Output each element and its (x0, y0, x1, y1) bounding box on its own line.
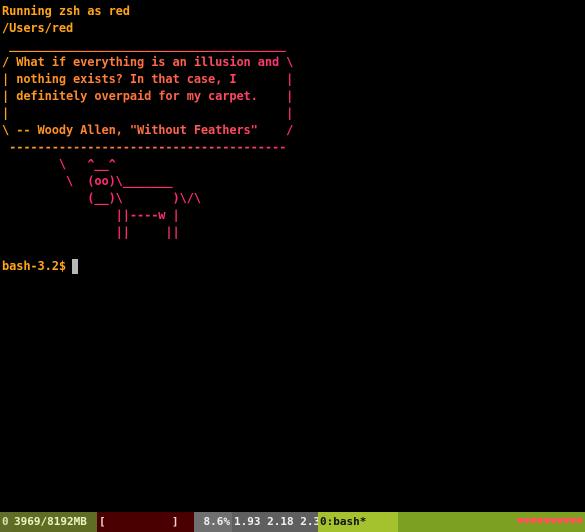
status-window-tab[interactable]: 0:bash* (318, 512, 398, 532)
speech-bubble-top: _______________________________________ (2, 38, 287, 52)
shell-info-line: Running zsh as red (2, 4, 130, 18)
cow-art-line-3: (__)\ )\/\ (2, 191, 201, 205)
cow-art-line-5: || || (2, 225, 180, 239)
status-cpu-meter: [ ] (97, 512, 194, 532)
cow-art-line-1: \ ^__^ (2, 157, 116, 171)
status-cpu-percent: 8.6% (194, 512, 232, 532)
speech-bubble-attribution: \ -- Woody Allen, "Without Feathers" / (2, 123, 294, 137)
shell-prompt[interactable]: bash-3.2$ (2, 258, 73, 275)
cow-art-line-4: ||----w | (2, 208, 180, 222)
speech-bubble-line-2: | nothing exists? In that case, I | (2, 72, 294, 86)
cow-art-line-2: \ (oo)\_______ (2, 174, 173, 188)
working-directory-line: /Users/red (2, 21, 74, 35)
status-battery-hearts: ♥♥♥♥♥♥♥♥♥♥ (515, 512, 585, 532)
status-window-index: 0 (0, 512, 12, 532)
speech-bubble-line-4: | | (2, 106, 294, 120)
text-cursor (72, 259, 78, 274)
status-fill (398, 512, 515, 532)
speech-bubble-line-1: / What if everything is an illusion and … (2, 55, 294, 69)
speech-bubble-bottom: --------------------------------------- (2, 140, 287, 154)
terminal-window[interactable]: Running zsh as red /Users/red __________… (0, 0, 585, 512)
tmux-status-bar: 0 3969/8192MB [ ] 8.6% 1.93 2.18 2.31 0:… (0, 512, 585, 532)
speech-bubble-line-3: | definitely overpaid for my carpet. | (2, 89, 294, 103)
status-load-average: 1.93 2.18 2.31 (232, 512, 327, 532)
status-memory-usage: 3969/8192MB (12, 512, 97, 532)
